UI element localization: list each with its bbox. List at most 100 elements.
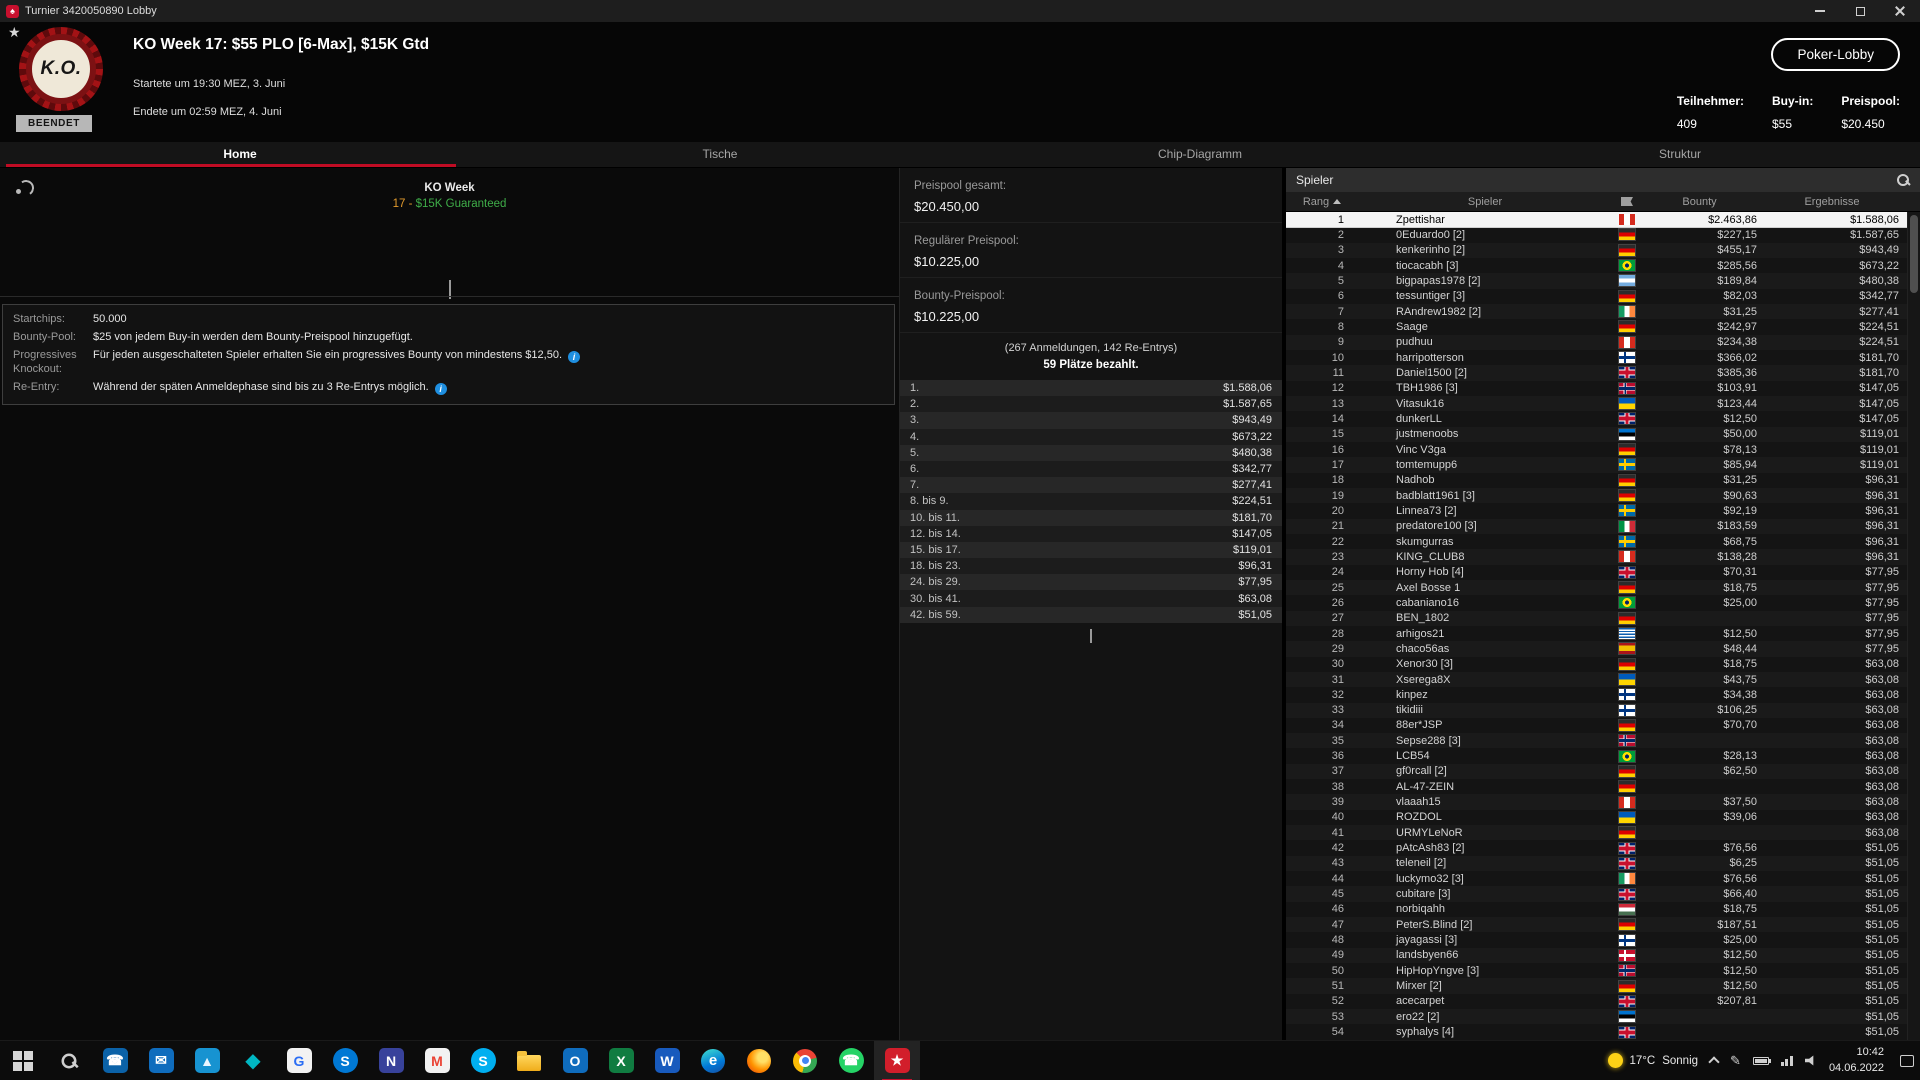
- player-row[interactable]: 43 teleneil [2] $6,25 $51,05: [1286, 855, 1907, 872]
- taskbar-outlook-button[interactable]: O: [552, 1041, 598, 1080]
- player-row[interactable]: 42 pAtcAsh83 [2] $76,56 $51,05: [1286, 840, 1907, 856]
- player-row[interactable]: 5 bigpapas1978 [2] $189,84 $480,38: [1286, 273, 1907, 289]
- notification-center-icon[interactable]: [1900, 1054, 1914, 1067]
- player-row[interactable]: 39 vlaaah15 $37,50 $63,08: [1286, 794, 1907, 810]
- favorite-star-icon[interactable]: ★: [8, 24, 21, 41]
- player-row[interactable]: 52 acecarpet $207,81 $51,05: [1286, 993, 1907, 1010]
- player-row[interactable]: 7 RAndrew1982 [2] $31,25 $277,41: [1286, 303, 1907, 320]
- player-row[interactable]: 1 Zpettishar $2.463,86 $1.588,06: [1286, 212, 1908, 229]
- maximize-button[interactable]: [1840, 0, 1880, 22]
- tab-tische[interactable]: Tische: [480, 142, 960, 167]
- taskbar-file-explorer-button[interactable]: [506, 1041, 552, 1080]
- collapse-payouts-button[interactable]: [1090, 628, 1092, 643]
- tab-home[interactable]: Home: [0, 142, 480, 167]
- taskbar-skype-preview-button[interactable]: S: [322, 1041, 368, 1080]
- player-row[interactable]: 11 Daniel1500 [2] $385,36 $181,70: [1286, 365, 1907, 381]
- column-rank[interactable]: Rang: [1286, 196, 1358, 208]
- taskbar-ga-browser-button[interactable]: G: [276, 1041, 322, 1080]
- info-icon[interactable]: [568, 351, 581, 363]
- taskbar-chrome-button[interactable]: [782, 1041, 828, 1080]
- player-row[interactable]: 17 tomtemupp6 $85,94 $119,01: [1286, 457, 1907, 473]
- taskbar-onenote-button[interactable]: N: [368, 1041, 414, 1080]
- player-row[interactable]: 13 Vitasuk16 $123,44 $147,05: [1286, 395, 1907, 412]
- player-row[interactable]: 35 Sepse288 [3] $63,08: [1286, 733, 1907, 749]
- taskbar-pokerstars-button[interactable]: ★: [874, 1040, 920, 1080]
- player-row[interactable]: 22 skumgurras $68,75 $96,31: [1286, 533, 1907, 550]
- player-row[interactable]: 32 kinpez $34,38 $63,08: [1286, 687, 1907, 703]
- player-row[interactable]: 27 BEN_1802 $77,95: [1286, 610, 1907, 626]
- taskbar-search-button[interactable]: [46, 1041, 92, 1080]
- player-row[interactable]: 30 Xenor30 [3] $18,75 $63,08: [1286, 656, 1907, 672]
- weather-widget[interactable]: 17°C Sonnig: [1607, 1053, 1698, 1068]
- clock-widget[interactable]: 10:42 04.06.2022: [1829, 1045, 1884, 1076]
- player-row[interactable]: 40 ROZDOL $39,06 $63,08: [1286, 809, 1907, 826]
- player-row[interactable]: 4 tiocacabh [3] $285,56 $673,22: [1286, 257, 1907, 274]
- info-icon[interactable]: [434, 383, 447, 395]
- taskbar-firefox-button[interactable]: [736, 1041, 782, 1080]
- taskbar-whatsapp-button[interactable]: ☎: [828, 1041, 874, 1080]
- player-row[interactable]: 53 ero22 [2] $51,05: [1286, 1009, 1907, 1025]
- player-row[interactable]: 45 cubitare [3] $66,40 $51,05: [1286, 886, 1907, 902]
- tray-expand-icon[interactable]: [1708, 1056, 1720, 1068]
- player-row[interactable]: 50 HipHopYngve [3] $12,50 $51,05: [1286, 963, 1907, 979]
- tab-struktur[interactable]: Struktur: [1440, 142, 1920, 167]
- tab-chip-diagramm[interactable]: Chip-Diagramm: [960, 142, 1440, 167]
- player-row[interactable]: 10 harripotterson $366,02 $181,70: [1286, 349, 1907, 366]
- player-row[interactable]: 9 pudhuu $234,38 $224,51: [1286, 334, 1907, 350]
- player-row[interactable]: 2 0Eduardo0 [2] $227,15 $1.587,65: [1286, 227, 1907, 243]
- player-row[interactable]: 44 luckymo32 [3] $76,56 $51,05: [1286, 871, 1907, 887]
- player-row[interactable]: 15 justmenoobs $50,00 $119,01: [1286, 426, 1907, 442]
- network-icon[interactable]: [1780, 1055, 1793, 1066]
- column-bounty[interactable]: Bounty: [1642, 196, 1757, 208]
- players-scrollbar[interactable]: [1907, 212, 1920, 1040]
- player-row[interactable]: 14 dunkerLL $12,50 $147,05: [1286, 411, 1907, 427]
- taskbar-mail-button[interactable]: ✉: [138, 1041, 184, 1080]
- player-row[interactable]: 8 Saage $242,97 $224,51: [1286, 319, 1907, 335]
- player-row[interactable]: 48 jayagassi [3] $25,00 $51,05: [1286, 932, 1907, 948]
- player-row[interactable]: 37 gf0rcall [2] $62,50 $63,08: [1286, 763, 1907, 780]
- column-player[interactable]: Spieler: [1358, 196, 1612, 208]
- player-row[interactable]: 18 Nadhob $31,25 $96,31: [1286, 472, 1907, 488]
- player-row[interactable]: 31 Xserega8X $43,75 $63,08: [1286, 671, 1907, 688]
- player-row[interactable]: 25 Axel Bosse 1 $18,75 $77,95: [1286, 579, 1907, 596]
- player-row[interactable]: 23 KING_CLUB8 $138,28 $96,31: [1286, 549, 1907, 565]
- player-row[interactable]: 46 norbiqahh $18,75 $51,05: [1286, 901, 1907, 918]
- taskbar-word-button[interactable]: W: [644, 1041, 690, 1080]
- player-row[interactable]: 16 Vinc V3ga $78,13 $119,01: [1286, 441, 1907, 458]
- taskbar-store-button[interactable]: ◆: [230, 1041, 276, 1080]
- player-row[interactable]: 38 AL-47-ZEIN $63,08: [1286, 779, 1907, 795]
- taskbar-excel-button[interactable]: X: [598, 1041, 644, 1080]
- player-row[interactable]: 3 kenkerinho [2] $455,17 $943,49: [1286, 242, 1907, 258]
- column-flag[interactable]: [1612, 197, 1642, 206]
- player-row[interactable]: 19 badblatt1961 [3] $90,63 $96,31: [1286, 487, 1907, 504]
- player-row[interactable]: 49 landsbyen66 $12,50 $51,05: [1286, 947, 1907, 964]
- player-row[interactable]: 34 88er*JSP $70,70 $63,08: [1286, 717, 1907, 734]
- taskbar-phone-link-button[interactable]: ☎: [92, 1041, 138, 1080]
- taskbar-start-button[interactable]: [0, 1041, 46, 1080]
- search-icon[interactable]: [1896, 173, 1910, 187]
- taskbar-edge-button[interactable]: e: [690, 1041, 736, 1080]
- poker-lobby-button[interactable]: Poker-Lobby: [1771, 38, 1900, 71]
- collapse-banner-button[interactable]: [448, 280, 451, 300]
- player-row[interactable]: 28 arhigos21 $12,50 $77,95: [1286, 625, 1907, 642]
- player-row[interactable]: 54 syphalys [4] $51,05: [1286, 1024, 1907, 1040]
- player-row[interactable]: 26 cabaniano16 $25,00 $77,95: [1286, 595, 1907, 611]
- player-row[interactable]: 21 predatore100 [3] $183,59 $96,31: [1286, 518, 1907, 534]
- player-row[interactable]: 12 TBH1986 [3] $103,91 $147,05: [1286, 380, 1907, 396]
- player-row[interactable]: 29 chaco56as $48,44 $77,95: [1286, 641, 1907, 657]
- taskbar-photos-button[interactable]: ▲: [184, 1041, 230, 1080]
- player-row[interactable]: 6 tessuntiger [3] $82,03 $342,77: [1286, 288, 1907, 304]
- column-results[interactable]: Ergebnisse: [1757, 196, 1907, 208]
- close-button[interactable]: [1880, 0, 1920, 22]
- player-row[interactable]: 51 Mirxer [2] $12,50 $51,05: [1286, 978, 1907, 994]
- player-row[interactable]: 33 tikidiii $106,25 $63,08: [1286, 702, 1907, 718]
- player-row[interactable]: 24 Horny Hob [4] $70,31 $77,95: [1286, 564, 1907, 580]
- taskbar-gmail-button[interactable]: M: [414, 1041, 460, 1080]
- volume-icon[interactable]: [1804, 1055, 1814, 1066]
- player-row[interactable]: 20 Linnea73 [2] $92,19 $96,31: [1286, 503, 1907, 519]
- pen-icon[interactable]: ✎: [1730, 1053, 1741, 1069]
- minimize-button[interactable]: [1800, 0, 1840, 22]
- player-row[interactable]: 36 LCB54 $28,13 $63,08: [1286, 748, 1907, 764]
- player-row[interactable]: 47 PeterS.Blind [2] $187,51 $51,05: [1286, 917, 1907, 933]
- scrollbar-thumb[interactable]: [1910, 215, 1918, 293]
